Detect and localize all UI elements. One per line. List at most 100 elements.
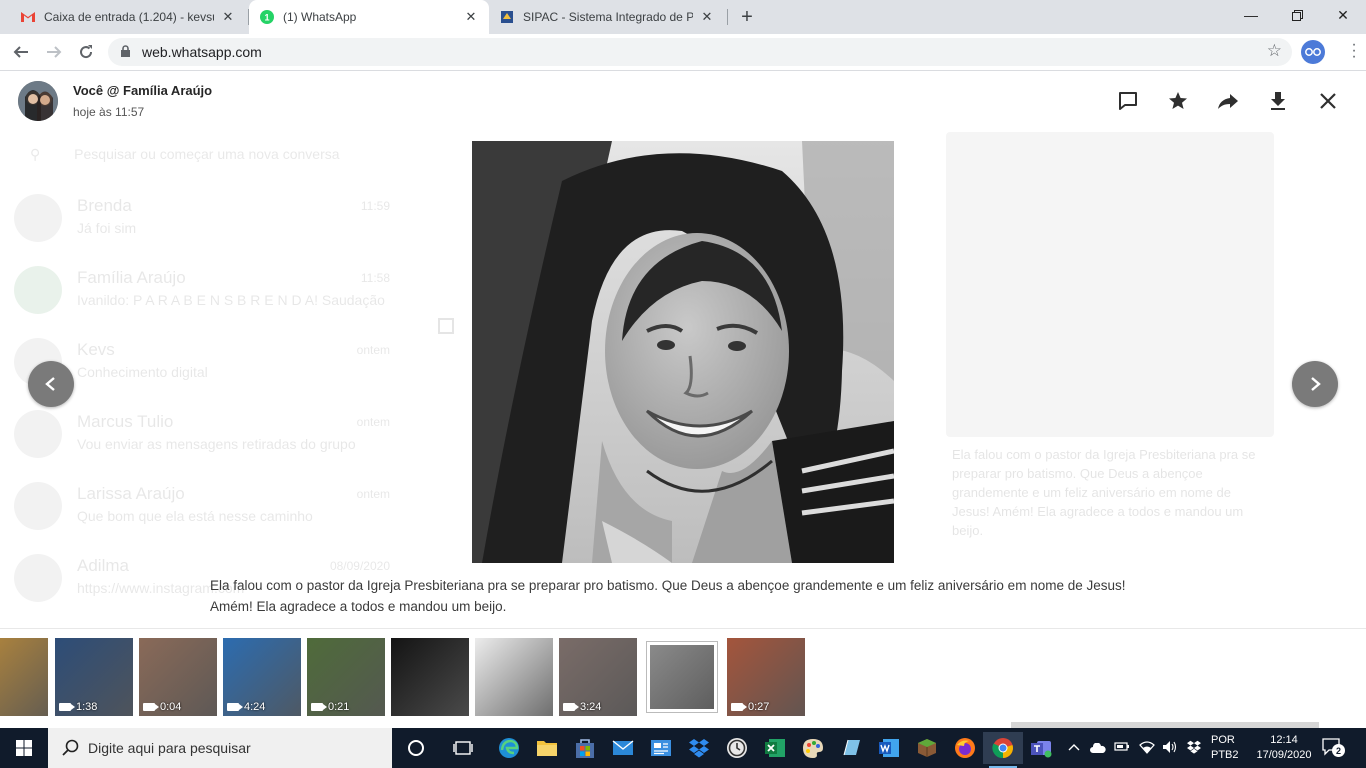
forward-icon[interactable] xyxy=(1215,88,1241,114)
chat-time: 08/09/2020 xyxy=(329,559,390,573)
chat-time: 11:58 xyxy=(360,271,390,285)
maximize-button[interactable] xyxy=(1274,0,1320,30)
sent-time: hoje às 11:57 xyxy=(73,105,145,119)
language-code: POR xyxy=(1211,734,1235,746)
avatar xyxy=(14,482,62,530)
taskbar-clock[interactable]: 12:14 17/09/2020 xyxy=(1256,733,1312,763)
video-camera-icon xyxy=(143,703,159,711)
background-photo xyxy=(946,132,1274,437)
battery-icon[interactable] xyxy=(1114,740,1130,755)
mail-icon[interactable] xyxy=(603,732,643,764)
dropbox-tray-icon[interactable] xyxy=(1186,740,1202,757)
windows-logo-icon xyxy=(16,740,32,756)
thumbnail-selected[interactable] xyxy=(646,641,718,713)
firefox-icon[interactable] xyxy=(945,732,985,764)
chat-row[interactable]: Brenda 11:59 Já foi sim xyxy=(0,182,402,254)
download-icon[interactable] xyxy=(1265,88,1291,114)
lock-icon[interactable] xyxy=(120,45,131,63)
forward-button[interactable] xyxy=(40,38,68,66)
close-tab-icon[interactable]: ✕ xyxy=(699,9,715,25)
chat-name: Larissa Araújo xyxy=(77,484,185,503)
close-icon[interactable] xyxy=(1315,88,1341,114)
chat-row[interactable]: Marcus Tulio ontem Vou enviar as mensage… xyxy=(0,398,402,470)
taskbar-search[interactable]: Digite aqui para pesquisar xyxy=(48,728,392,768)
close-tab-icon[interactable]: ✕ xyxy=(220,9,236,25)
minimize-button[interactable]: — xyxy=(1228,0,1274,30)
chat-preview: Vou enviar as mensagens retiradas do gru… xyxy=(77,436,356,452)
background-caption: Ela falou com o pastor da Igreja Presbit… xyxy=(952,447,1256,538)
chat-name: Kevs xyxy=(77,340,115,359)
thumbnail-strip: 1:38 0:04 4:24 0:21 3:24 0:27 xyxy=(0,628,1366,728)
close-window-button[interactable]: ✕ xyxy=(1320,0,1366,30)
chat-row[interactable]: Larissa Araújo ontem Que bom que ela est… xyxy=(0,470,402,542)
browser-menu-icon[interactable]: · · · xyxy=(1350,37,1358,65)
whatsapp-icon: 1 xyxy=(259,9,275,25)
word-icon[interactable] xyxy=(869,732,909,764)
clock-date: 17/09/2020 xyxy=(1256,749,1312,761)
video-duration: 4:24 xyxy=(227,701,265,713)
file-explorer-icon[interactable] xyxy=(527,732,567,764)
paint-icon[interactable] xyxy=(793,732,833,764)
notification-count: 2 xyxy=(1332,744,1345,757)
avatar[interactable] xyxy=(18,81,58,121)
news-icon[interactable] xyxy=(641,732,681,764)
thumbnail[interactable]: 0:21 xyxy=(307,638,385,716)
start-button[interactable] xyxy=(0,728,48,768)
teams-icon[interactable] xyxy=(1021,732,1061,764)
onedrive-icon[interactable] xyxy=(1090,741,1106,756)
video-duration: 0:27 xyxy=(731,701,769,713)
wifi-icon[interactable] xyxy=(1139,740,1155,757)
tab-title: (1) WhatsApp xyxy=(283,10,357,24)
notifications-icon[interactable]: 2 xyxy=(1322,737,1345,762)
chat-preview: Conhecimento digital xyxy=(77,364,208,380)
next-media-button[interactable] xyxy=(1292,361,1338,407)
chat-row[interactable]: Família Araújo 11:58 Ivanildo: P A R A B… xyxy=(0,254,402,326)
tab-whatsapp[interactable]: 1 (1) WhatsApp ✕ xyxy=(249,0,489,34)
chat-name: Família Araújo xyxy=(77,268,186,287)
cortana-icon[interactable] xyxy=(396,732,436,764)
store-icon[interactable] xyxy=(565,732,605,764)
video-camera-icon xyxy=(311,703,327,711)
thumbnail[interactable]: 0:04 xyxy=(139,638,217,716)
video-camera-icon xyxy=(563,703,579,711)
bookmark-star-icon[interactable]: ☆ xyxy=(1267,41,1282,61)
tab-sipac[interactable]: SIPAC - Sistema Integrado de Pat ✕ xyxy=(489,0,725,34)
close-tab-icon[interactable]: ✕ xyxy=(463,9,479,25)
input-language[interactable]: POR PTB2 xyxy=(1211,733,1239,763)
thumbnail[interactable]: 4:24 xyxy=(223,638,301,716)
star-icon[interactable] xyxy=(1165,88,1191,114)
chrome-icon[interactable] xyxy=(983,732,1023,768)
thumbnail[interactable]: 3:24 xyxy=(559,638,637,716)
minecraft-icon[interactable] xyxy=(907,732,947,764)
clock-app-icon[interactable] xyxy=(717,732,757,764)
chat-time: 11:59 xyxy=(360,199,390,213)
new-tab-button[interactable]: + xyxy=(736,6,758,28)
excel-icon[interactable] xyxy=(755,732,795,764)
avatar xyxy=(14,194,62,242)
previous-media-button[interactable] xyxy=(28,361,74,407)
tab-title: SIPAC - Sistema Integrado de Pat xyxy=(523,10,693,24)
thumbnail[interactable] xyxy=(391,638,469,716)
avatar xyxy=(14,266,62,314)
show-hidden-icons-icon[interactable] xyxy=(1068,740,1080,755)
dropbox-icon[interactable] xyxy=(679,732,719,764)
reload-button[interactable] xyxy=(72,38,100,66)
thumbnail[interactable]: 0:27 xyxy=(727,638,805,716)
edge-icon[interactable] xyxy=(489,732,529,764)
reply-icon[interactable] xyxy=(1115,88,1141,114)
notes-icon[interactable] xyxy=(831,732,871,764)
task-view-icon[interactable] xyxy=(443,732,483,764)
video-duration: 3:24 xyxy=(563,701,601,713)
chat-time: ontem xyxy=(356,415,390,429)
chat-time: ontem xyxy=(356,343,390,357)
profile-avatar[interactable] xyxy=(1301,40,1325,64)
tab-gmail[interactable]: Caixa de entrada (1.204) - kevsur ✕ xyxy=(10,0,246,34)
address-bar[interactable]: web.whatsapp.com ☆ xyxy=(108,38,1292,66)
clock-time: 12:14 xyxy=(1270,734,1298,746)
volume-icon[interactable] xyxy=(1162,740,1178,757)
thumbnail[interactable]: 1:38 xyxy=(55,638,133,716)
back-button[interactable] xyxy=(7,38,35,66)
thumbnail[interactable] xyxy=(475,638,553,716)
main-photo[interactable] xyxy=(472,141,894,563)
thumbnail[interactable] xyxy=(0,638,48,716)
